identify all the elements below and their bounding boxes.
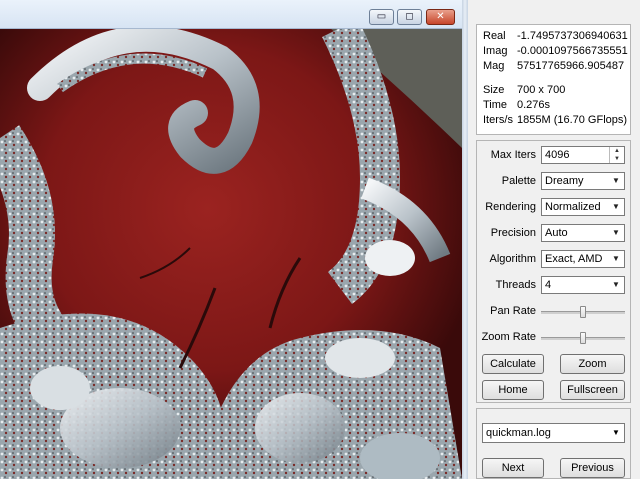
next-button[interactable]: Next xyxy=(482,458,544,478)
log-file-value: quickman.log xyxy=(486,427,551,439)
calculate-button[interactable]: Calculate xyxy=(482,354,544,374)
pan-rate-row: Pan Rate xyxy=(477,302,632,322)
max-iters-row: Max Iters 4096 ▲ ▼ xyxy=(477,146,632,166)
threads-select[interactable]: 4 ▼ xyxy=(541,276,625,294)
time-label: Time xyxy=(483,99,508,111)
pan-rate-thumb[interactable] xyxy=(580,306,586,318)
imag-label: Imag xyxy=(483,45,508,57)
fullscreen-button[interactable]: Fullscreen xyxy=(560,380,625,400)
algorithm-label: Algorithm xyxy=(489,253,536,265)
zoom-rate-slider[interactable] xyxy=(541,332,625,344)
algorithm-value: Exact, AMD xyxy=(545,253,603,265)
threads-row: Threads 4 ▼ xyxy=(477,276,632,296)
max-iters-value: 4096 xyxy=(545,149,570,161)
minimize-icon: ▭ xyxy=(376,11,387,22)
size-label: Size xyxy=(483,84,505,96)
zoom-rate-row: Zoom Rate xyxy=(477,328,632,348)
iters-label: Iters/s xyxy=(483,114,513,126)
zoom-rate-thumb[interactable] xyxy=(580,332,586,344)
imag-value: -0.0001097566735551 xyxy=(517,45,628,57)
time-value: 0.276s xyxy=(517,99,551,111)
precision-value: Auto xyxy=(545,227,568,239)
maximize-icon: ◻ xyxy=(405,11,414,22)
log-file-select[interactable]: quickman.log ▼ xyxy=(482,423,625,443)
pan-rate-slider[interactable] xyxy=(541,306,625,318)
chevron-down-icon: ▼ xyxy=(612,280,620,289)
algorithm-select[interactable]: Exact, AMD ▼ xyxy=(541,250,625,268)
rendering-label: Rendering xyxy=(485,201,536,213)
rendering-select[interactable]: Normalized ▼ xyxy=(541,198,625,216)
max-iters-input[interactable]: 4096 ▲ ▼ xyxy=(541,146,625,164)
palette-row: Palette Dreamy ▼ xyxy=(477,172,632,192)
spinner-arrows-icon[interactable]: ▲ ▼ xyxy=(609,147,624,163)
precision-row: Precision Auto ▼ xyxy=(477,224,632,244)
threads-label: Threads xyxy=(495,279,536,291)
settings-group: Max Iters 4096 ▲ ▼ Palette Dreamy ▼ Rende… xyxy=(476,140,631,403)
threads-value: 4 xyxy=(545,279,552,291)
iters-value: 1855M (16.70 GFlops) xyxy=(517,114,628,126)
minimize-button[interactable]: ▭ xyxy=(369,9,394,25)
maximize-button[interactable]: ◻ xyxy=(397,9,422,25)
zoom-rate-label: Zoom Rate xyxy=(481,331,536,343)
pan-rate-label: Pan Rate xyxy=(490,305,536,317)
palette-value: Dreamy xyxy=(545,175,584,187)
chevron-down-icon: ▼ xyxy=(612,428,620,437)
rendering-value: Normalized xyxy=(545,201,601,213)
fractal-view[interactable] xyxy=(0,28,462,479)
precision-select[interactable]: Auto ▼ xyxy=(541,224,625,242)
real-label: Real xyxy=(483,30,506,42)
chevron-down-icon: ▼ xyxy=(612,176,620,185)
chevron-down-icon: ▼ xyxy=(612,228,620,237)
window-title-bar: ▭ ◻ ✕ xyxy=(0,0,462,29)
zoom-button[interactable]: Zoom xyxy=(560,354,625,374)
size-value: 700 x 700 xyxy=(517,84,566,96)
real-value: -1.7495737306940631 xyxy=(517,30,628,42)
precision-label: Precision xyxy=(490,227,536,239)
close-button[interactable]: ✕ xyxy=(426,9,455,25)
chevron-down-icon: ▼ xyxy=(612,202,620,211)
max-iters-label: Max Iters xyxy=(490,149,536,161)
info-box: Real -1.7495737306940631 Imag -0.000109756… xyxy=(476,24,631,135)
mag-label: Mag xyxy=(483,60,505,72)
previous-button[interactable]: Previous xyxy=(560,458,625,478)
algorithm-row: Algorithm Exact, AMD ▼ xyxy=(477,250,632,270)
rendering-row: Rendering Normalized ▼ xyxy=(477,198,632,218)
fractal-image xyxy=(0,28,462,479)
home-button[interactable]: Home xyxy=(482,380,544,400)
close-icon: ✕ xyxy=(436,11,445,22)
palette-label: Palette xyxy=(501,175,536,187)
chevron-down-icon: ▼ xyxy=(612,254,620,263)
control-panel: Real -1.7495737306940631 Imag -0.000109756… xyxy=(468,0,640,479)
mag-value: 57517765966.905487 xyxy=(517,60,625,72)
palette-select[interactable]: Dreamy ▼ xyxy=(541,172,625,190)
log-group: quickman.log ▼ Next Previous xyxy=(476,408,631,479)
